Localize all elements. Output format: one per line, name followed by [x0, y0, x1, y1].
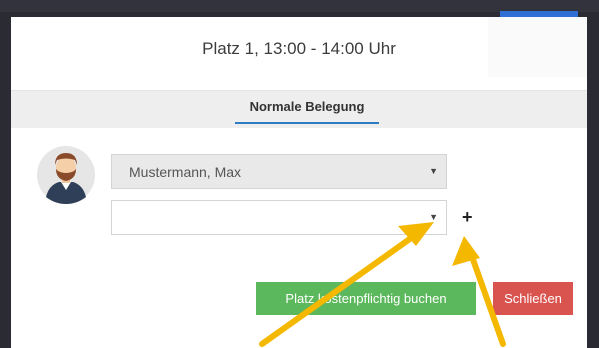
- tab-bar: Normale Belegung: [11, 91, 587, 128]
- avatar: [37, 146, 95, 204]
- close-button[interactable]: Schließen: [493, 282, 573, 315]
- player-select-1-value: Mustermann, Max: [129, 164, 242, 180]
- dialog-title: Platz 1, 13:00 - 14:00 Uhr: [202, 39, 396, 58]
- booking-dialog: Platz 1, 13:00 - 14:00 Uhr Normale Beleg…: [11, 17, 587, 348]
- player-select-1[interactable]: Mustermann, Max ▼: [111, 154, 447, 189]
- active-tab-indicator: [235, 122, 379, 124]
- caret-down-icon: ▼: [429, 212, 438, 222]
- tab-normale-belegung[interactable]: Normale Belegung: [235, 99, 379, 114]
- caret-down-icon: ▼: [429, 166, 438, 176]
- book-court-button[interactable]: Platz kostenpflichtig buchen: [256, 282, 476, 315]
- player-select-2[interactable]: ▼: [111, 200, 447, 235]
- plus-icon[interactable]: +: [462, 208, 473, 226]
